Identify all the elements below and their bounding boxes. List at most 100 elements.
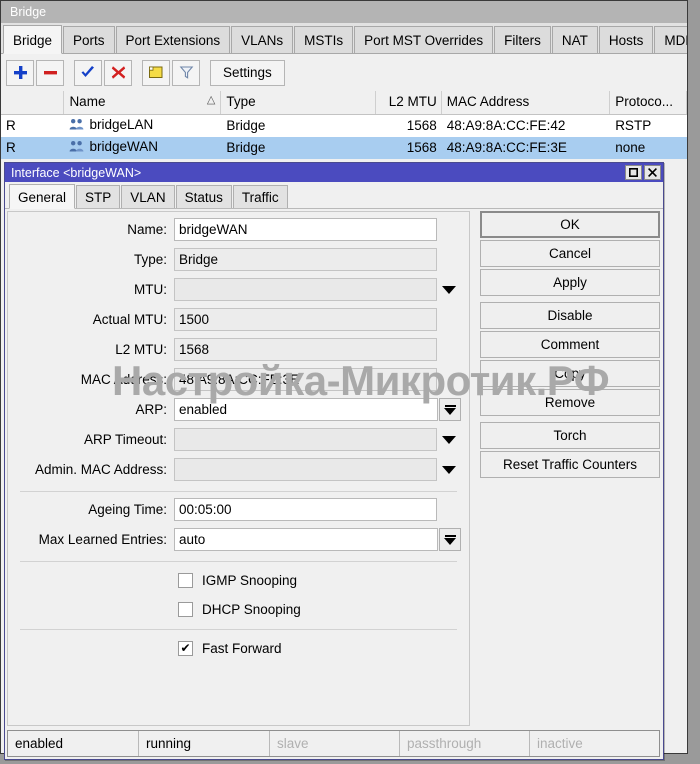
checkbox-dhcp-snooping[interactable]	[178, 601, 193, 617]
field-control-arp-timeout	[174, 428, 461, 451]
button-disable[interactable]: Disable	[480, 302, 660, 329]
snooping-checkbox-group: IGMP Snooping DHCP Snooping	[8, 569, 469, 620]
dialog-tabbar: General STP VLAN Status Traffic	[5, 182, 663, 209]
maximize-button[interactable]	[625, 165, 642, 180]
chevron-down-icon	[444, 407, 456, 415]
button-reset-traffic-counters[interactable]: Reset Traffic Counters	[480, 451, 660, 478]
dialog-body: Name: bridgeWAN Type: Bridge MTU: Actual MTU:…	[5, 209, 663, 759]
enable-button[interactable]	[74, 59, 102, 86]
button-comment[interactable]: Comment	[480, 331, 660, 358]
combo-button-max-learned-entries[interactable]	[439, 528, 461, 551]
window-tab-port-mst-overrides[interactable]: Port MST Overrides	[354, 26, 494, 53]
bridge-window-title: Bridge	[10, 5, 47, 19]
row-type: Bridge	[226, 118, 266, 133]
row-protocol: RSTP	[615, 118, 652, 133]
chevron-down-icon	[442, 465, 456, 474]
button-torch[interactable]: Torch	[480, 422, 660, 449]
window-tab-port-extensions[interactable]: Port Extensions	[115, 26, 231, 53]
window-tab-mstis[interactable]: MSTIs	[294, 26, 354, 53]
window-tab-ports[interactable]: Ports	[63, 26, 115, 53]
column-header-type[interactable]: Type	[221, 91, 377, 114]
row-flag: R	[6, 118, 16, 133]
field-control-name: bridgeWAN	[174, 218, 461, 241]
field-control-mac-address: 48:A9:8A:CC:FE:3E	[174, 368, 461, 391]
dialog-titlebar[interactable]: Interface <bridgeWAN>	[5, 163, 663, 182]
combo-button-arp[interactable]	[439, 398, 461, 421]
dialog-tab-status[interactable]: Status	[175, 185, 232, 208]
table-row[interactable]: RbridgeLAN Bridge 1568 48:A9:8A:CC:FE:42 RST…	[1, 115, 687, 137]
field-input-arp-timeout[interactable]	[174, 428, 437, 451]
field-control-max-learned-entries: auto	[174, 528, 461, 551]
checkbox-row-dhcp-snooping[interactable]: DHCP Snooping	[8, 598, 469, 620]
field-input-arp[interactable]: enabled	[174, 398, 438, 421]
settings-button[interactable]: Settings	[210, 59, 285, 86]
button-remove[interactable]: Remove	[480, 389, 660, 416]
filter-button[interactable]	[172, 59, 200, 86]
column-header-mac-address[interactable]: MAC Address	[442, 91, 611, 114]
column-header-l2mtu[interactable]: L2 MTU	[376, 91, 442, 114]
dialog-tab-traffic[interactable]: Traffic	[232, 185, 288, 208]
window-tab-hosts[interactable]: Hosts	[598, 26, 654, 53]
form-fields-secondary: Ageing Time: 00:05:00 Max Learned Entries:…	[8, 497, 469, 552]
field-input-l2-mtu: 1568	[174, 338, 437, 361]
field-row-max-learned-entries: Max Learned Entries: auto	[8, 527, 469, 552]
column-header-flag[interactable]	[1, 91, 65, 114]
checkbox-fast-forward[interactable]: ✔	[178, 640, 193, 656]
field-row-mtu: MTU:	[8, 277, 469, 302]
dialog-tab-stp[interactable]: STP	[76, 185, 121, 208]
field-label-actual-mtu: Actual MTU:	[92, 312, 167, 327]
dropdown-arrow-mtu[interactable]	[437, 278, 461, 301]
close-button[interactable]	[644, 165, 661, 180]
maximize-icon	[629, 168, 638, 177]
comment-button[interactable]	[142, 59, 170, 86]
field-input-mtu[interactable]	[174, 278, 437, 301]
status-slave: slave	[270, 731, 400, 756]
field-input-admin-mac-address[interactable]	[174, 458, 437, 481]
field-input-ageing-time[interactable]: 00:05:00	[174, 498, 437, 521]
note-icon	[149, 66, 163, 78]
chevron-down-icon	[442, 285, 456, 294]
field-control-mtu	[174, 278, 461, 301]
row-name-label: bridgeLAN	[89, 117, 154, 132]
window-tab-vlans[interactable]: VLANs	[231, 26, 294, 53]
disable-button[interactable]	[104, 59, 132, 86]
field-row-arp-timeout: ARP Timeout:	[8, 427, 469, 452]
field-label-admin-mac-address: Admin. MAC Address:	[34, 462, 167, 477]
row-flag: R	[6, 140, 16, 155]
field-row-ageing-time: Ageing Time: 00:05:00	[8, 497, 469, 522]
form-divider-3	[20, 629, 457, 630]
column-header-protocol[interactable]: Protoco...	[610, 91, 687, 114]
window-tab-nat[interactable]: NAT	[551, 26, 598, 53]
bridge-interface-table: Name △ Type L2 MTU MAC Address Protoco..…	[1, 91, 687, 159]
dropdown-arrow-arp-timeout[interactable]	[437, 428, 461, 451]
column-header-name[interactable]: Name △	[64, 91, 222, 114]
checkbox-label-dhcp-snooping: DHCP Snooping	[202, 601, 301, 617]
fast-forward-checkbox-group: ✔ Fast Forward	[8, 637, 469, 659]
dialog-tab-vlan[interactable]: VLAN	[121, 185, 175, 208]
table-row[interactable]: RbridgeWAN Bridge 1568 48:A9:8A:CC:FE:3E non…	[1, 137, 687, 159]
field-control-arp: enabled	[174, 398, 461, 421]
field-label-mtu: MTU:	[134, 282, 167, 297]
row-type: Bridge	[226, 140, 266, 155]
add-button[interactable]	[6, 59, 34, 86]
button-ok[interactable]: OK	[480, 211, 660, 238]
field-input-name[interactable]: bridgeWAN	[174, 218, 437, 241]
chevron-down-icon	[444, 537, 456, 545]
dropdown-arrow-admin-mac-address[interactable]	[437, 458, 461, 481]
dialog-tab-general[interactable]: General	[9, 184, 76, 209]
control-spacer	[437, 498, 461, 521]
button-apply[interactable]: Apply	[480, 269, 660, 296]
button-copy[interactable]: Copy	[480, 360, 660, 387]
window-tab-bridge[interactable]: Bridge	[3, 25, 63, 54]
plus-icon	[13, 66, 27, 79]
checkbox-row-igmp-snooping[interactable]: IGMP Snooping	[8, 569, 469, 591]
window-tab-mdb[interactable]: MDB	[654, 26, 687, 53]
checkbox-igmp-snooping[interactable]	[178, 572, 193, 588]
row-name-label: bridgeWAN	[89, 139, 158, 154]
button-cancel[interactable]: Cancel	[480, 240, 660, 267]
remove-button[interactable]	[36, 59, 64, 86]
checkbox-row-fast-forward[interactable]: ✔ Fast Forward	[8, 637, 469, 659]
field-input-max-learned-entries[interactable]: auto	[174, 528, 438, 551]
checkbox-label-igmp-snooping: IGMP Snooping	[202, 572, 298, 588]
window-tab-filters[interactable]: Filters	[494, 26, 551, 53]
